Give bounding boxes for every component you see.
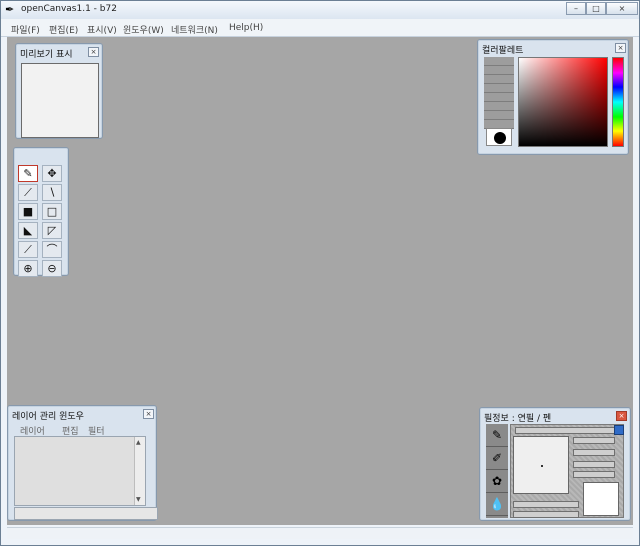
pressure-curve[interactable] (583, 482, 619, 516)
preview-close-button[interactable]: × (88, 47, 99, 57)
hue-slider[interactable] (612, 57, 624, 147)
layer-list[interactable]: ▲ ▼ (14, 436, 146, 506)
pencil-brush-icon[interactable]: ✎ (486, 424, 508, 447)
menu-bar: 파일(F) 편집(E) 표시(V) 윈도우(W) 네트워크(N) Help(H) (1, 19, 639, 37)
layer-tabs: 레이어 편집 필터 (14, 424, 146, 437)
pressure-slider[interactable] (573, 461, 615, 468)
swatch[interactable] (484, 57, 514, 66)
airbrush-icon[interactable]: ✿ (486, 470, 508, 493)
polygon-fill-tool-icon[interactable]: ◣ (18, 222, 38, 239)
maximize-button[interactable]: □ (586, 2, 606, 15)
water-brush-icon[interactable]: 💧 (486, 493, 508, 516)
preview-canvas (21, 63, 99, 138)
current-color-dot (494, 132, 506, 144)
opacity-slider[interactable] (573, 437, 615, 444)
preview-panel: 미리보기 표시 × (15, 43, 103, 139)
dropper-tool-icon[interactable]: ⟋ (18, 184, 38, 201)
layer-footer (14, 507, 158, 520)
menu-network[interactable]: 네트워크(N) (171, 23, 218, 36)
pen-icon: ✒ (5, 3, 15, 16)
smoothing-slider[interactable] (573, 471, 615, 478)
brush-dot (541, 465, 543, 467)
layers-title: 레이어 관리 윈도우 (12, 412, 84, 422)
preview-title: 미리보기 표시 (20, 50, 73, 60)
swatch[interactable] (484, 102, 514, 111)
select-rect-tool-icon[interactable]: □ (42, 203, 62, 220)
zoom-out-icon[interactable]: ⊖ (42, 260, 62, 277)
palette-title: 컬러팔레트 (482, 46, 524, 56)
brush-close-button[interactable]: × (616, 411, 627, 421)
swatch[interactable] (484, 66, 514, 75)
status-bar (7, 527, 633, 539)
menu-help[interactable]: Help(H) (229, 23, 263, 33)
tools-panel: ✎ ✥ ⟋ ∖ ■ □ ◣ ◸ ⟋ ⌒ ⊕ ⊖ (13, 147, 69, 277)
layers-close-button[interactable]: × (143, 409, 154, 419)
menu-edit[interactable]: 편집(E) (49, 23, 78, 36)
hardness-slider[interactable] (513, 501, 579, 508)
save-icon[interactable] (614, 425, 624, 435)
fill-rect-tool-icon[interactable]: ■ (18, 203, 38, 220)
line-tool-icon[interactable]: ∖ (42, 184, 62, 201)
brush-settings (510, 424, 624, 518)
menu-window[interactable]: 윈도우(W) (123, 23, 164, 36)
swatch[interactable] (484, 111, 514, 120)
window-title: openCanvas1.1 - b72 (21, 4, 117, 14)
title-bar[interactable]: ✒ openCanvas1.1 - b72 – □ × (1, 1, 639, 19)
brush-title: 필정보 : 연필 / 펜 (484, 414, 552, 424)
layers-panel: 레이어 관리 윈도우 × 레이어 편집 필터 ▲ ▼ (7, 405, 158, 521)
curve-tool-icon[interactable]: ⌒ (42, 241, 62, 258)
color-saturation-field[interactable] (518, 57, 608, 147)
swatch[interactable] (484, 75, 514, 84)
menu-file[interactable]: 파일(F) (11, 23, 40, 36)
swatch[interactable] (484, 84, 514, 93)
minimize-button[interactable]: – (566, 2, 586, 15)
close-button[interactable]: × (606, 2, 638, 15)
app-window: ✒ openCanvas1.1 - b72 – □ × 파일(F) 편집(E) … (0, 0, 640, 546)
marker-brush-icon[interactable]: ✐ (486, 447, 508, 470)
swatch-list (484, 57, 514, 129)
pen-tool-icon[interactable]: ✎ (18, 165, 38, 182)
current-color[interactable] (486, 128, 512, 146)
polygon-select-tool-icon[interactable]: ◸ (42, 222, 62, 239)
palette-close-button[interactable]: × (615, 43, 626, 53)
brush-preview (513, 436, 569, 494)
palette-panel: 컬러팔레트 × (477, 39, 629, 155)
layer-scrollbar[interactable]: ▲ ▼ (134, 437, 145, 505)
spacing-slider[interactable] (513, 511, 579, 518)
scroll-up-icon[interactable]: ▲ (136, 439, 141, 446)
brush-panel: 필정보 : 연필 / 펜 × ✎ ✐ ✿ 💧 (479, 407, 631, 521)
brush-tool-list: ✎ ✐ ✿ 💧 (486, 424, 508, 518)
zoom-in-icon[interactable]: ⊕ (18, 260, 38, 277)
move-tool-icon[interactable]: ✥ (42, 165, 62, 182)
swatch[interactable] (484, 93, 514, 102)
menu-view[interactable]: 표시(V) (87, 23, 117, 36)
density-slider[interactable] (573, 449, 615, 456)
scroll-down-icon[interactable]: ▼ (136, 496, 141, 503)
polyline-tool-icon[interactable]: ⟋ (18, 241, 38, 258)
brush-size-slider[interactable] (515, 427, 617, 434)
